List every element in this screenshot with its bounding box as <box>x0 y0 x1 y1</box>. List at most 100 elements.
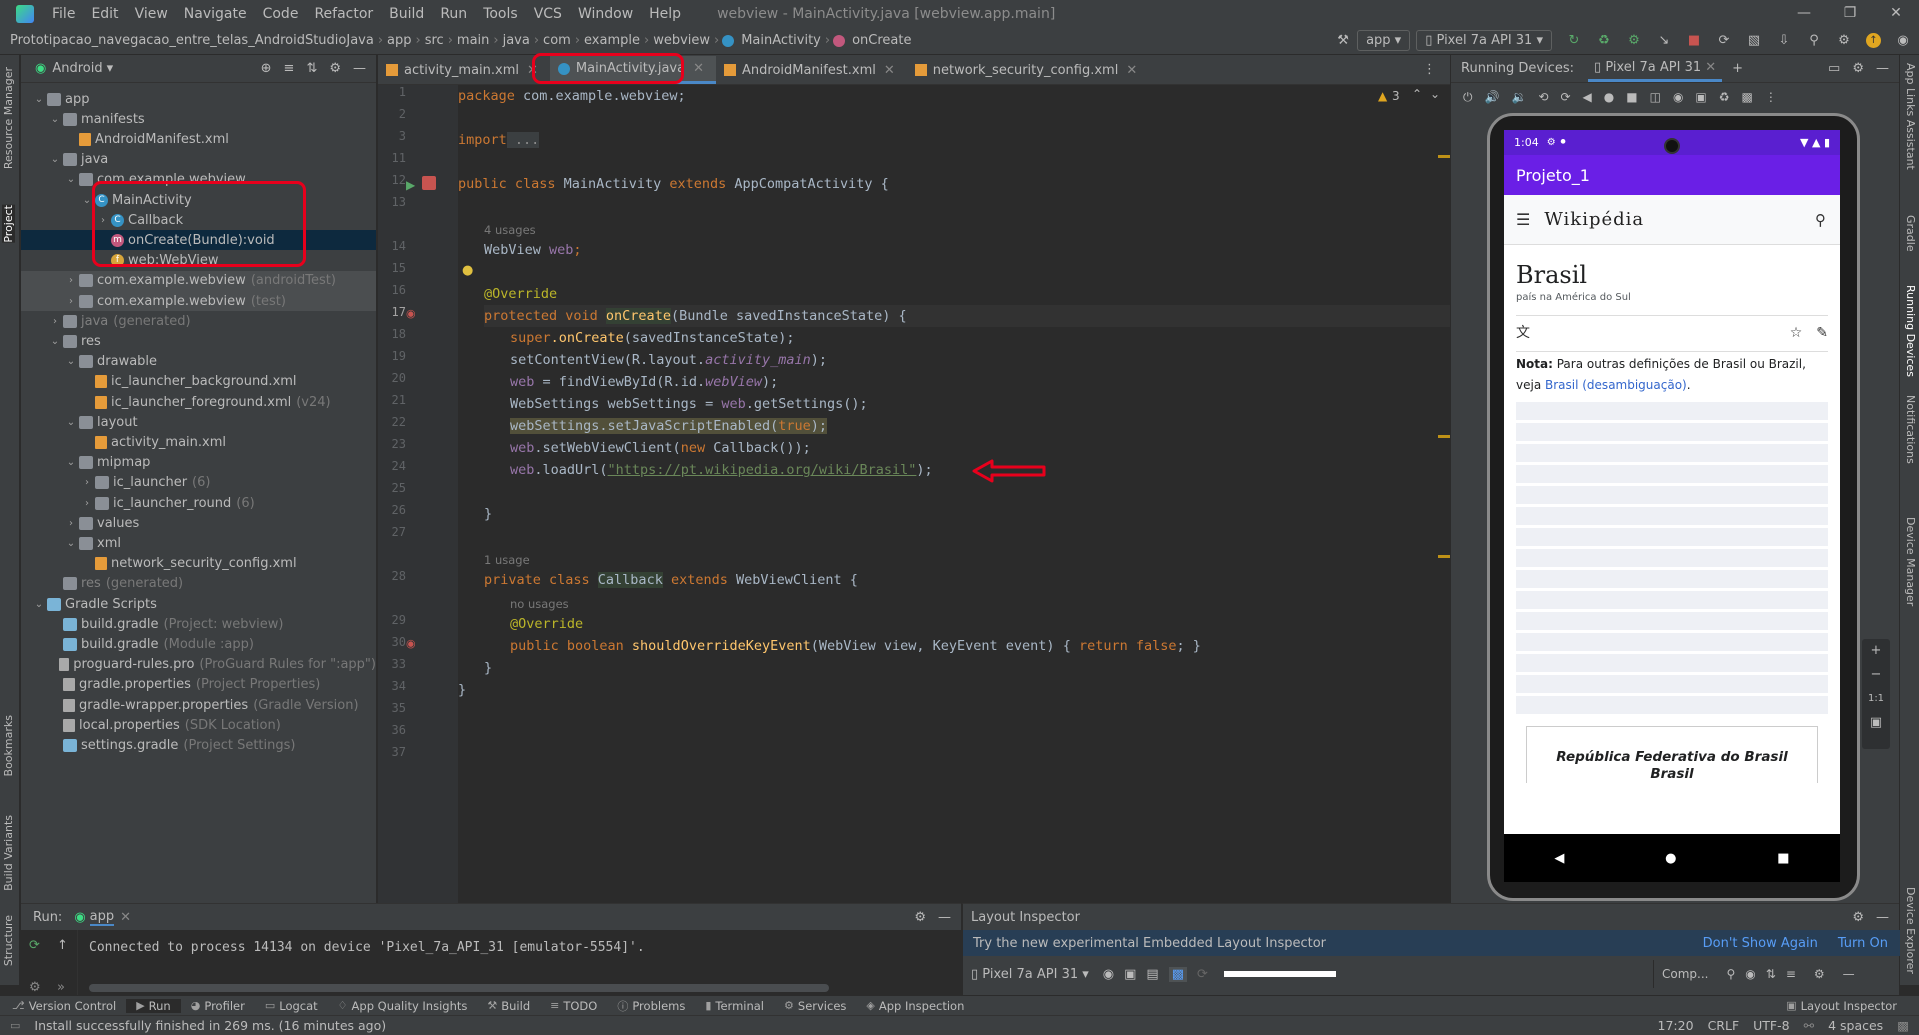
chevron-right-icon[interactable]: › <box>81 498 93 509</box>
tool-problems[interactable]: ⓘ Problems <box>607 998 695 1014</box>
android-icon[interactable]: ◉ <box>1895 33 1911 49</box>
debug-icon[interactable]: ⚙ <box>1626 33 1642 49</box>
tool-services[interactable]: ⚙ Services <box>774 999 856 1013</box>
hide-panel-icon[interactable]: — <box>1876 61 1889 76</box>
gear-icon[interactable]: ⚙ <box>1852 910 1864 925</box>
menu-navigate[interactable]: Navigate <box>176 6 255 22</box>
hammer-icon[interactable]: ⚒ <box>1335 33 1351 49</box>
rerun-icon[interactable]: ⟳ <box>29 938 40 953</box>
chevron-right-icon[interactable]: › <box>49 316 61 327</box>
rotate-right-icon[interactable]: ⟳ <box>1560 90 1570 104</box>
device-select[interactable]: ▯ Pixel 7a API 31 ▾ <box>1416 30 1552 51</box>
chevron-down-icon[interactable]: ⌄ <box>65 417 77 428</box>
dont-show-again-link[interactable]: Don't Show Again <box>1703 936 1818 951</box>
snapshot-icon[interactable]: ▣ <box>1124 967 1136 982</box>
tree-item[interactable]: ⌄ xml <box>21 533 376 553</box>
chevron-down-icon[interactable]: ⌄ <box>1430 87 1440 101</box>
chevron-down-icon[interactable]: ⌄ <box>49 114 61 125</box>
tree-item[interactable]: ⌄ layout <box>21 412 376 432</box>
lightbulb-icon[interactable]: ● <box>462 263 473 278</box>
tool-terminal[interactable]: ▮ Terminal <box>695 999 774 1013</box>
tab-structure[interactable]: Structure <box>2 915 15 966</box>
edit-icon[interactable]: ✎ <box>1816 323 1828 344</box>
breadcrumb-com[interactable]: com <box>539 33 575 48</box>
chevron-down-icon[interactable]: ⌄ <box>65 538 77 549</box>
tree-item[interactable]: settings.gradle (Project Settings) <box>21 735 376 755</box>
attach-icon[interactable]: ↘ <box>1656 33 1672 49</box>
code-editor[interactable]: package com.example.webview; import ... … <box>458 85 1450 903</box>
tab-androidmanifest-xml[interactable]: AndroidManifest.xml ✕ <box>716 56 907 84</box>
add-device-icon[interactable]: + <box>1732 61 1743 76</box>
tab-device-manager[interactable]: Device Manager <box>1904 517 1917 606</box>
zoom-actual-icon[interactable]: 1:1 <box>1862 687 1890 711</box>
warning-stripe-marker[interactable] <box>1438 555 1450 558</box>
memory-icon[interactable]: ▩ <box>1897 1018 1909 1033</box>
chevron-down-icon[interactable]: ⌄ <box>49 154 61 165</box>
indent-setting[interactable]: 4 spaces <box>1828 1018 1883 1033</box>
run-gutter-icon[interactable]: ▶ <box>406 178 415 192</box>
tree-item[interactable]: res (generated) <box>21 574 376 594</box>
tree-item[interactable]: ⌄ mipmap <box>21 453 376 473</box>
tree-item[interactable]: › com.example.webview (androidTest) <box>21 270 376 291</box>
tab-resource-manager[interactable]: Resource Manager <box>2 67 15 169</box>
refresh-icon[interactable]: ⟳ <box>1197 967 1208 982</box>
fold-icon[interactable]: ◫ <box>1650 90 1661 104</box>
chevron-down-icon[interactable]: ⌄ <box>33 599 45 610</box>
minimize-icon[interactable]: — <box>1781 0 1827 27</box>
search-icon[interactable]: ⚲ <box>1806 33 1822 49</box>
device-tab[interactable]: ▯ Pixel 7a API 31 ✕ <box>1588 56 1723 82</box>
status-message[interactable]: Install successfully finished in 269 ms.… <box>34 1018 386 1033</box>
lock-icon[interactable]: ⚯ <box>1804 1018 1814 1033</box>
tree-item[interactable]: ⌄ res <box>21 331 376 351</box>
device-manager-icon[interactable]: ▧ <box>1746 33 1762 49</box>
menu-vcs[interactable]: VCS <box>526 6 570 22</box>
tool-app-inspection[interactable]: ◈ App Inspection <box>856 999 974 1013</box>
home-icon[interactable]: ● <box>1604 90 1614 104</box>
run-tab[interactable]: app <box>89 909 115 926</box>
eye-icon[interactable]: ◉ <box>1103 967 1114 982</box>
search-icon[interactable]: ⚲ <box>1815 211 1826 229</box>
live-update-icon[interactable]: ▩ <box>1168 966 1188 982</box>
tool-run[interactable]: ▶ Run <box>126 998 181 1013</box>
tree-item[interactable]: build.gradle (Module :app) <box>21 634 376 654</box>
hamburger-menu-icon[interactable]: ☰ <box>1516 210 1530 229</box>
expand-all-icon[interactable]: ⇅ <box>306 61 317 76</box>
menu-build[interactable]: Build <box>381 6 432 22</box>
tree-item[interactable]: activity_main.xml <box>21 432 376 452</box>
tree-item[interactable]: network_security_config.xml <box>21 554 376 574</box>
update-icon[interactable]: ↑ <box>1866 33 1881 48</box>
layers-icon[interactable]: ▤ <box>1146 967 1158 982</box>
project-view-select[interactable]: Android <box>52 61 102 76</box>
tab-network-security-config-xml[interactable]: network_security_config.xml ✕ <box>907 56 1150 84</box>
tree-item[interactable]: › ic_launcher (6) <box>21 473 376 493</box>
collapse-all-icon[interactable]: ≡ <box>284 61 295 76</box>
tree-item[interactable]: ⌄ app <box>21 89 376 109</box>
tree-item[interactable]: › java (generated) <box>21 311 376 331</box>
menu-refactor[interactable]: Refactor <box>306 6 381 22</box>
restore-icon[interactable]: ❐ <box>1827 0 1873 27</box>
tab-activity-main-xml[interactable]: activity_main.xml ✕ <box>378 56 550 84</box>
tree-item[interactable]: › values <box>21 513 376 533</box>
search-icon[interactable]: ⚲ <box>1726 967 1735 981</box>
breadcrumb-java[interactable]: java <box>499 33 534 48</box>
tab-gradle[interactable]: Gradle <box>1904 215 1917 252</box>
breadcrumb-oncreate[interactable]: onCreate <box>848 33 915 48</box>
tab-running-devices[interactable]: Running Devices <box>1904 285 1917 377</box>
more-icon[interactable]: ⋮ <box>1765 90 1777 104</box>
warning-icon[interactable]: ▲ <box>1378 89 1387 103</box>
override-icon[interactable]: ◉ <box>406 637 416 650</box>
sdk-icon[interactable]: ⇩ <box>1776 33 1792 49</box>
menu-view[interactable]: View <box>127 6 176 22</box>
tree-item[interactable]: gradle.properties (Project Properties) <box>21 675 376 695</box>
display-icon[interactable]: ▩ <box>1742 90 1753 104</box>
tree-item[interactable]: ⌄ java <box>21 150 376 170</box>
horizontal-scrollbar[interactable] <box>89 984 829 992</box>
expand-all-icon[interactable]: ⇅ <box>1766 967 1776 981</box>
tool-profiler[interactable]: ◕ Profiler <box>181 999 255 1013</box>
chevron-right-icon[interactable]: › <box>65 275 77 286</box>
override-icon[interactable]: ◉ <box>406 307 416 320</box>
tool-todo[interactable]: ≡ TODO <box>540 999 607 1013</box>
settings-icon[interactable]: ⚙ <box>1836 33 1852 49</box>
breadcrumb-webview[interactable]: webview <box>649 33 714 48</box>
volume-down-icon[interactable]: 🔉 <box>1511 90 1526 104</box>
